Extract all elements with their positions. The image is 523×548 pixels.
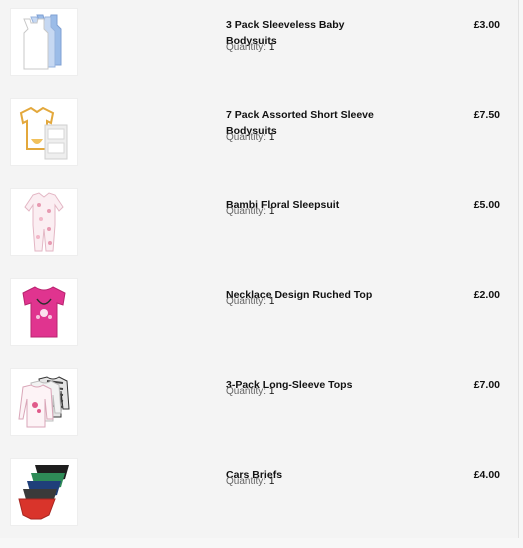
quantity-label: Quantity: bbox=[226, 296, 267, 307]
quantity-value: 1 bbox=[268, 296, 275, 307]
item-quantity: Quantity: 1 bbox=[226, 475, 274, 489]
quantity-value: 1 bbox=[268, 42, 275, 53]
order-item: Bambi Floral Sleepsuit Quantity: 1 £5.00 bbox=[0, 188, 518, 278]
briefs-image[interactable] bbox=[10, 458, 78, 526]
item-quantity: Quantity: 1 bbox=[226, 41, 274, 55]
order-items-panel: 3 Pack Sleeveless Baby Bodysuits Quantit… bbox=[0, 0, 519, 538]
pink-top-image[interactable] bbox=[10, 278, 78, 346]
item-quantity: Quantity: 1 bbox=[226, 385, 274, 399]
quantity-label: Quantity: bbox=[226, 42, 267, 53]
item-price: £4.00 bbox=[473, 469, 500, 481]
order-item: Cars Briefs Quantity: 1 £4.00 bbox=[0, 458, 518, 548]
item-quantity: Quantity: 1 bbox=[226, 295, 274, 309]
long-sleeve-tops-image[interactable] bbox=[10, 368, 78, 436]
item-price: £5.00 bbox=[473, 199, 500, 211]
quantity-label: Quantity: bbox=[226, 476, 267, 487]
order-item: Necklace Design Ruched Top Quantity: 1 £… bbox=[0, 278, 518, 368]
short-sleeve-bodysuits-image[interactable] bbox=[10, 98, 78, 166]
quantity-value: 1 bbox=[268, 206, 275, 217]
item-price: £7.00 bbox=[473, 379, 500, 391]
item-price: £3.00 bbox=[473, 19, 500, 31]
order-item: 3 Pack Sleeveless Baby Bodysuits Quantit… bbox=[0, 8, 518, 98]
quantity-value: 1 bbox=[268, 132, 275, 143]
quantity-label: Quantity: bbox=[226, 206, 267, 217]
quantity-label: Quantity: bbox=[226, 132, 267, 143]
quantity-value: 1 bbox=[268, 476, 275, 487]
order-item: 7 Pack Assorted Short Sleeve Bodysuits Q… bbox=[0, 98, 518, 188]
white-blue-bodysuits-image[interactable] bbox=[10, 8, 78, 76]
item-price: £2.00 bbox=[473, 289, 500, 301]
quantity-value: 1 bbox=[268, 386, 275, 397]
item-quantity: Quantity: 1 bbox=[226, 131, 274, 145]
item-price: £7.50 bbox=[473, 109, 500, 121]
floral-sleepsuit-image[interactable] bbox=[10, 188, 78, 256]
quantity-label: Quantity: bbox=[226, 386, 267, 397]
order-item: 3-Pack Long-Sleeve Tops Quantity: 1 £7.0… bbox=[0, 368, 518, 458]
item-quantity: Quantity: 1 bbox=[226, 205, 274, 219]
